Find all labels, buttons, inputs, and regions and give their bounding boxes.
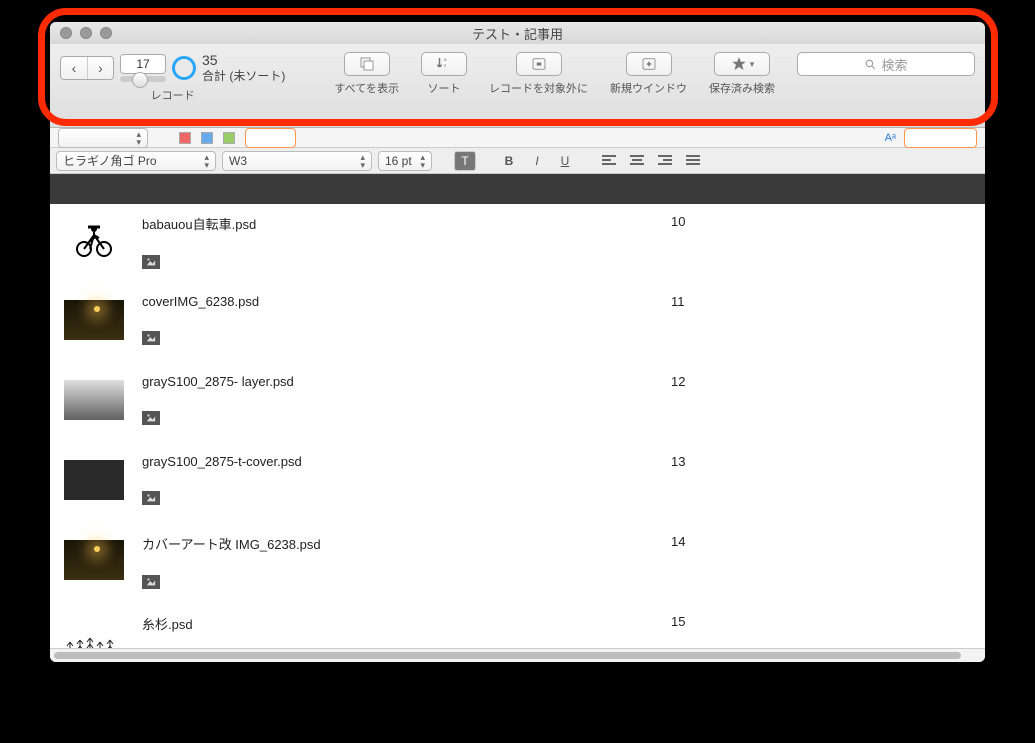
size-select[interactable]: 16 pt ▴▾ [378,151,432,171]
record-label: レコード [151,87,195,103]
image-icon [142,255,160,269]
thumbnail [64,220,124,260]
image-icon [142,331,160,345]
search-input[interactable]: 検索 [797,52,975,76]
new-window-button[interactable] [626,52,672,76]
next-record-button[interactable]: › [87,57,113,79]
window-title: テスト・記事用 [50,24,985,43]
file-name: 糸杉.psd [142,614,653,633]
exclude-icon [530,55,548,73]
format-indicator-icon[interactable]: Aᵃ [885,132,896,144]
italic-button[interactable]: I [526,151,548,171]
text-color-button[interactable]: T [454,151,476,171]
file-name: babauou自転車.psd [142,214,653,233]
sort-label: ソート [428,80,461,96]
new-window-icon [640,55,658,73]
show-all-label: すべてを表示 [334,80,399,96]
font-size: 16 pt [385,154,412,168]
row-number: 15 [671,614,971,629]
search-icon [864,58,877,71]
svg-text:a: a [444,57,447,62]
color-swatch-2[interactable] [201,132,213,144]
table-row[interactable]: カバーアート改 IMG_6238.psd 14 [50,524,985,604]
color-swatch-1[interactable] [179,132,191,144]
file-name: grayS100_2875- layer.psd [142,374,653,389]
record-list[interactable]: babauou自転車.psd 10 coverIMG_6238.psd 11 grayS… [50,174,985,648]
image-icon [142,575,160,589]
search-placeholder: 検索 [881,55,907,74]
row-number: 14 [671,534,971,549]
align-center-button[interactable] [626,151,648,171]
sort-icon: az [435,55,453,73]
total-count: 35 [202,52,285,69]
svg-text:z: z [444,63,447,68]
align-right-button[interactable] [654,151,676,171]
font-weight: W3 [229,154,247,168]
thumbnail [64,620,124,648]
row-number: 12 [671,374,971,389]
chevron-down-icon: ▾ [750,59,755,70]
thumbnail [64,300,124,340]
align-left-button[interactable] [598,151,620,171]
align-justify-button[interactable] [682,151,704,171]
table-row[interactable]: coverIMG_6238.psd 11 [50,284,985,364]
table-row[interactable]: 糸杉.psd 15 [50,604,985,648]
toolbar: ‹ › 17 35 合計 (未ソート) レコード [50,44,985,128]
table-row[interactable]: grayS100_2875- layer.psd 12 [50,364,985,444]
image-icon [142,491,160,505]
image-icon [142,411,160,425]
format-bar: ヒラギノ角ゴ Pro ▴▾ W3 ▴▾ 16 pt ▴▾ T B I U [50,148,985,174]
thumbnail [64,460,124,500]
stack-icon [358,55,376,73]
file-name: coverIMG_6238.psd [142,294,653,309]
saved-search-button[interactable]: ▾ [714,52,770,76]
sort-button[interactable]: az [421,52,467,76]
table-row[interactable]: grayS100_2875-t-cover.psd 13 [50,444,985,524]
prev-record-button[interactable]: ‹ [61,57,87,79]
row-number: 11 [671,294,971,309]
edit-button[interactable] [904,128,977,148]
table-row[interactable]: babauou自転車.psd 10 [50,204,985,284]
color-swatch-3[interactable] [223,132,235,144]
app-window: テスト・記事用 ‹ › 17 35 合計 (未ソート) [50,22,985,662]
row-number: 13 [671,454,971,469]
titlebar: テスト・記事用 [50,22,985,44]
show-all-button[interactable] [344,52,390,76]
new-window-label: 新規ウインドウ [610,80,687,96]
file-name: grayS100_2875-t-cover.psd [142,454,653,469]
exclude-label: レコードを対象外に [489,80,588,96]
status-text [158,130,169,146]
star-icon [730,55,748,73]
file-name: カバーアート改 IMG_6238.psd [142,534,653,553]
font-name: ヒラギノ角ゴ Pro [63,152,157,169]
status-strip: ▴▾ Aᵃ [50,128,985,148]
pie-indicator-icon [172,56,196,80]
mode-button[interactable] [245,128,296,148]
weight-select[interactable]: W3 ▴▾ [222,151,372,171]
thumbnail [64,380,124,420]
font-select[interactable]: ヒラギノ角ゴ Pro ▴▾ [56,151,216,171]
thumbnail [64,540,124,580]
saved-search-label: 保存済み検索 [709,80,775,96]
list-header [50,174,985,204]
record-nav-group: ‹ › 17 35 合計 (未ソート) レコード [60,52,285,103]
record-count-area: 35 合計 (未ソート) [172,52,285,83]
layout-picker[interactable]: ▴▾ [58,128,148,148]
horizontal-scrollbar[interactable] [50,648,985,662]
bold-button[interactable]: B [498,151,520,171]
exclude-button[interactable] [516,52,562,76]
underline-button[interactable]: U [554,151,576,171]
record-number-field[interactable]: 17 [120,54,166,74]
record-slider[interactable] [120,76,166,82]
row-number: 10 [671,214,971,229]
record-nav-buttons[interactable]: ‹ › [60,56,114,80]
total-count-label: 合計 (未ソート) [202,69,285,83]
